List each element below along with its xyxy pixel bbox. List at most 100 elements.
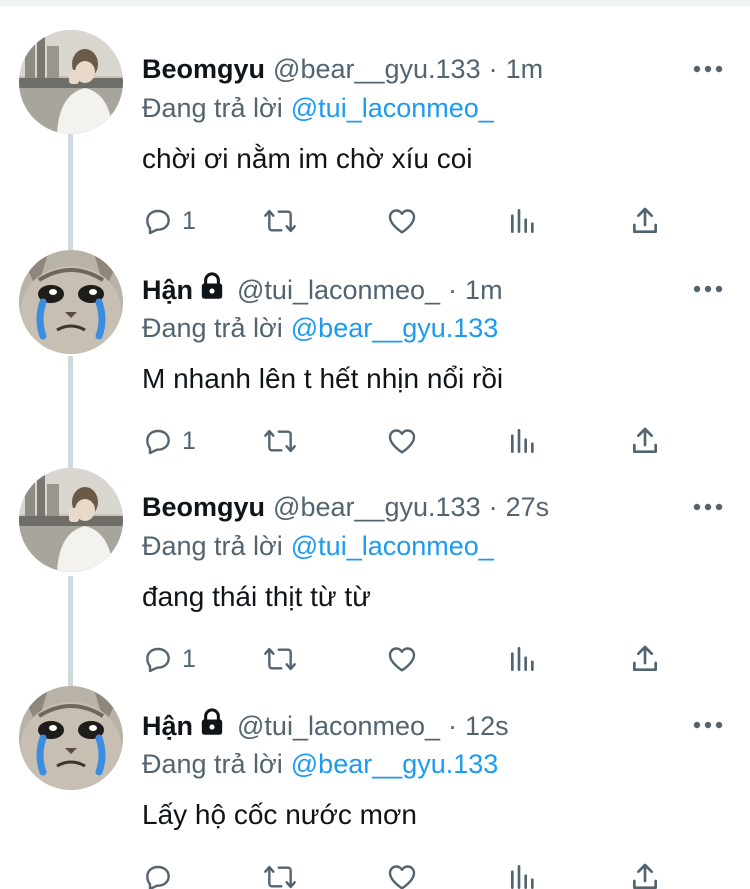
separator-dot: · xyxy=(488,492,498,522)
retweet-button[interactable] xyxy=(262,201,298,241)
heart-icon xyxy=(388,209,416,234)
share-button[interactable] xyxy=(630,421,660,461)
reply-count: 1 xyxy=(182,644,196,673)
reply-icon xyxy=(146,865,170,889)
tweet[interactable]: Hận @tui_laconmeo_ · 12s Đang trả lời @be… xyxy=(0,674,750,889)
more-dots-icon xyxy=(693,503,723,511)
more-options-button[interactable] xyxy=(690,710,726,740)
retweet-icon xyxy=(264,865,296,889)
replying-to-label: Đang trả lời xyxy=(142,93,283,123)
tweet-time[interactable]: 1m xyxy=(506,52,544,86)
user-handle[interactable]: @tui_laconmeo_ xyxy=(237,709,440,743)
reply-count: 1 xyxy=(182,426,196,455)
share-icon xyxy=(633,427,658,453)
like-button[interactable] xyxy=(386,857,418,889)
tweet-time[interactable]: 12s xyxy=(465,709,509,743)
tweet-time[interactable]: 1m xyxy=(465,273,503,307)
lock-icon xyxy=(199,272,225,308)
more-options-button[interactable] xyxy=(690,492,726,522)
reply-mention-link[interactable]: @tui_laconmeo_ xyxy=(291,93,494,123)
display-name[interactable]: Hận xyxy=(142,709,193,743)
analytics-button[interactable] xyxy=(508,639,538,679)
replying-to: Đang trả lời @tui_laconmeo_ xyxy=(142,91,494,125)
retweet-icon xyxy=(264,647,296,671)
avatar[interactable] xyxy=(19,250,123,354)
replying-to-label: Đang trả lời xyxy=(142,313,283,343)
tweet-actions: 1 xyxy=(142,421,662,461)
tweet-time[interactable]: 27s xyxy=(506,490,550,524)
share-icon xyxy=(633,863,658,889)
reply-mention-link[interactable]: @bear__gyu.133 xyxy=(291,313,499,343)
analytics-button[interactable] xyxy=(508,421,538,461)
avatar[interactable] xyxy=(19,468,123,572)
like-button[interactable] xyxy=(386,201,418,241)
display-name[interactable]: Beomgyu xyxy=(142,52,265,86)
reply-icon xyxy=(146,209,170,235)
replying-to-label: Đang trả lời xyxy=(142,749,283,779)
heart-icon xyxy=(388,429,416,454)
tweet-text: đang thái thịt từ từ xyxy=(142,581,371,612)
reply-button[interactable]: 1 xyxy=(142,639,196,679)
share-button[interactable] xyxy=(630,857,660,889)
reply-icon xyxy=(146,429,170,455)
separator-dot: · xyxy=(448,711,458,741)
reply-button[interactable]: 1 xyxy=(142,201,196,241)
tweet-header: Beomgyu @bear__gyu.133 · 27s xyxy=(142,490,549,524)
more-dots-icon xyxy=(693,721,723,729)
more-options-button[interactable] xyxy=(690,274,726,304)
share-button[interactable] xyxy=(630,201,660,241)
tweet[interactable]: Beomgyu @bear__gyu.133 · 27s Đang trả lờ… xyxy=(0,456,750,676)
more-dots-icon xyxy=(693,285,723,293)
display-name[interactable]: Beomgyu xyxy=(142,490,265,524)
reply-button[interactable] xyxy=(142,857,182,889)
tweet[interactable]: Beomgyu @bear__gyu.133 · 1m Đang trả lời… xyxy=(0,18,750,238)
avatar[interactable] xyxy=(19,30,123,134)
separator-dot: · xyxy=(488,54,498,84)
retweet-icon xyxy=(264,209,296,233)
lock-icon xyxy=(199,708,225,744)
retweet-button[interactable] xyxy=(262,639,298,679)
reply-count: 1 xyxy=(182,206,196,235)
heart-icon xyxy=(388,647,416,672)
heart-icon xyxy=(388,865,416,889)
tweet-text: Lấy hộ cốc nước mơn xyxy=(142,799,417,830)
top-divider xyxy=(0,0,750,6)
tweet-actions: 1 xyxy=(142,639,662,679)
retweet-icon xyxy=(264,429,296,453)
retweet-button[interactable] xyxy=(262,421,298,461)
like-button[interactable] xyxy=(386,421,418,461)
reply-mention-link[interactable]: @tui_laconmeo_ xyxy=(291,531,494,561)
separator-dot: · xyxy=(448,275,458,305)
tweet-header: Hận @tui_laconmeo_ · 12s xyxy=(142,708,509,744)
retweet-button[interactable] xyxy=(262,857,298,889)
user-handle[interactable]: @bear__gyu.133 xyxy=(273,52,481,86)
replying-to-label: Đang trả lời xyxy=(142,531,283,561)
tweet-actions: 1 xyxy=(142,201,662,241)
tweet-text: chời ơi nằm im chờ xíu coi xyxy=(142,143,473,174)
tweet-actions xyxy=(142,857,662,889)
analytics-button[interactable] xyxy=(508,857,538,889)
replying-to: Đang trả lời @tui_laconmeo_ xyxy=(142,529,494,563)
tweet[interactable]: Hận @tui_laconmeo_ · 1m Đang trả lời @bea… xyxy=(0,238,750,458)
display-name[interactable]: Hận xyxy=(142,273,193,307)
tweet-text: M nhanh lên t hết nhịn nổi rồi xyxy=(142,363,504,394)
more-options-button[interactable] xyxy=(690,54,726,84)
more-dots-icon xyxy=(693,65,723,73)
reply-mention-link[interactable]: @bear__gyu.133 xyxy=(291,749,499,779)
share-icon xyxy=(633,645,658,671)
conversation-thread: Beomgyu @bear__gyu.133 · 1m Đang trả lời… xyxy=(0,0,750,889)
analytics-icon xyxy=(510,429,534,453)
like-button[interactable] xyxy=(386,639,418,679)
user-handle[interactable]: @tui_laconmeo_ xyxy=(237,273,440,307)
share-icon xyxy=(633,207,658,233)
analytics-icon xyxy=(510,647,534,671)
analytics-icon xyxy=(510,209,534,233)
user-handle[interactable]: @bear__gyu.133 xyxy=(273,490,481,524)
share-button[interactable] xyxy=(630,639,660,679)
replying-to: Đang trả lời @bear__gyu.133 xyxy=(142,747,498,781)
replying-to: Đang trả lời @bear__gyu.133 xyxy=(142,311,498,345)
tweet-header: Hận @tui_laconmeo_ · 1m xyxy=(142,272,503,308)
reply-button[interactable]: 1 xyxy=(142,421,196,461)
analytics-button[interactable] xyxy=(508,201,538,241)
avatar[interactable] xyxy=(19,686,123,790)
